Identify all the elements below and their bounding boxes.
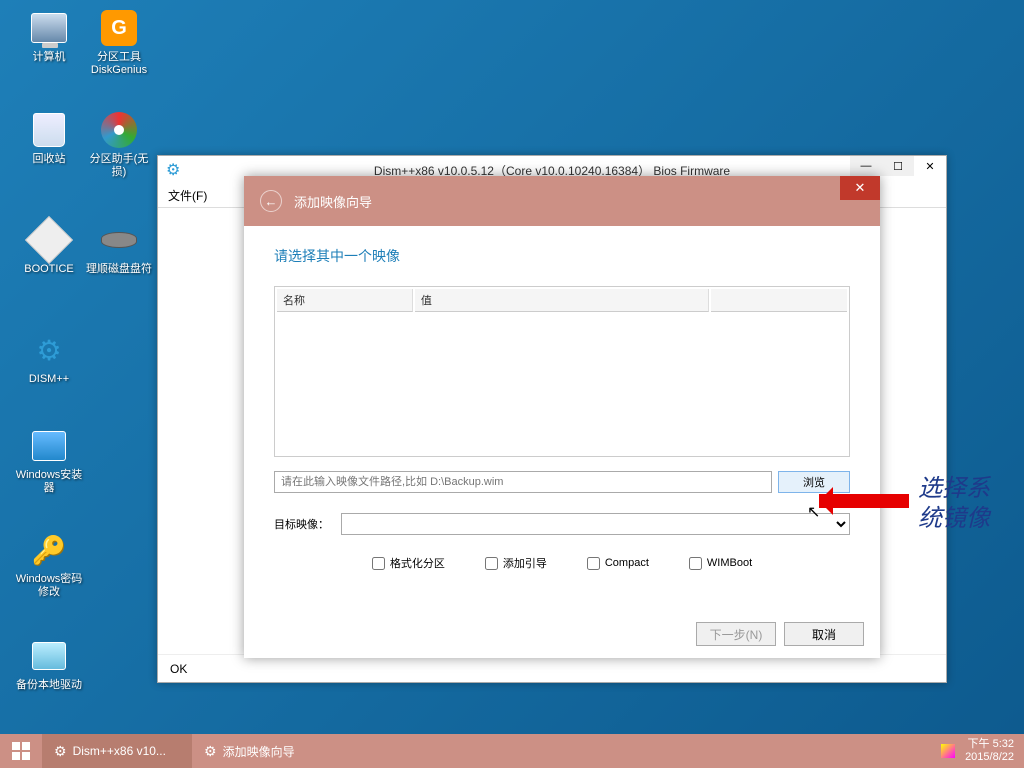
table-body-empty [277, 314, 847, 454]
drive-icon [32, 642, 66, 670]
tray-icon[interactable] [941, 744, 955, 758]
taskbar-item-dism[interactable]: ⚙ Dism++x86 v10... [42, 734, 192, 768]
system-tray[interactable]: 下午 5:32 2015/8/22 [931, 734, 1024, 768]
desktop-icon-diskgenius[interactable]: G 分区工具 DiskGenius [84, 8, 154, 77]
start-button[interactable] [0, 734, 42, 768]
gear-icon: ⚙ [204, 743, 217, 760]
app-gear-icon: ⚙ [166, 160, 180, 180]
minimize-button[interactable]: — [850, 156, 882, 176]
desktop-icon-dism[interactable]: ⚙ DISM++ [14, 330, 84, 386]
back-button[interactable]: ← [260, 190, 282, 212]
icon-label: 回收站 [14, 153, 84, 166]
checkbox-wimboot[interactable]: WIMBoot [689, 555, 752, 571]
checkbox-wimboot-input[interactable] [689, 557, 702, 570]
taskbar-item-label: Dism++x86 v10... [73, 744, 166, 758]
bootice-icon [25, 216, 73, 264]
desktop-icon-bootice[interactable]: BOOTICE [14, 220, 84, 276]
close-button[interactable]: ✕ [914, 156, 946, 176]
computer-icon [31, 13, 67, 43]
desktop-icon-recycle[interactable]: 回收站 [14, 110, 84, 166]
icon-label: DISM++ [14, 373, 84, 386]
col-value[interactable]: 值 [415, 289, 709, 312]
checkbox-addboot[interactable]: 添加引导 [485, 555, 547, 571]
menu-file[interactable]: 文件(F) [168, 187, 207, 204]
icon-label: 分区助手(无损) [84, 153, 154, 179]
desktop-icon-partassist[interactable]: 分区助手(无损) [84, 110, 154, 179]
checkbox-format-input[interactable] [372, 557, 385, 570]
annotation-text: 选择系 统镜像 [918, 474, 990, 534]
col-name[interactable]: 名称 [277, 289, 413, 312]
taskbar-item-label: 添加映像向导 [223, 743, 295, 760]
gear-icon: ⚙ [29, 330, 69, 370]
target-select[interactable] [341, 513, 850, 535]
desktop-icon-diskorder[interactable]: 理顺磁盘盘符 [84, 220, 154, 276]
diskgenius-icon: G [101, 10, 137, 46]
desktop-icon-winpwd[interactable]: 🔑 Windows密码修改 [14, 530, 84, 599]
gear-icon: ⚙ [54, 743, 67, 760]
image-path-input[interactable] [274, 471, 772, 493]
cd-icon [101, 112, 137, 148]
checkbox-addboot-input[interactable] [485, 557, 498, 570]
windows-icon [12, 742, 30, 760]
icon-label: Windows密码修改 [14, 573, 84, 599]
tray-clock[interactable]: 下午 5:32 2015/8/22 [965, 738, 1014, 764]
section-title: 请选择其中一个映像 [274, 246, 850, 266]
desktop-icon-computer[interactable]: 计算机 [14, 8, 84, 64]
col-blank [711, 289, 847, 312]
checkbox-compact[interactable]: Compact [587, 555, 649, 571]
icon-label: Windows安装器 [14, 469, 84, 495]
icon-label: 备份本地驱动 [14, 679, 84, 692]
dialog-close-button[interactable]: ✕ [840, 176, 880, 200]
icon-label: 理顺磁盘盘符 [84, 263, 154, 276]
desktop-icon-wininstaller[interactable]: Windows安装器 [14, 426, 84, 495]
icon-label: 计算机 [14, 51, 84, 64]
annotation-arrow [819, 494, 909, 508]
image-table[interactable]: 名称 值 [274, 286, 850, 457]
taskbar: ⚙ Dism++x86 v10... ⚙ 添加映像向导 下午 5:32 2015/8… [0, 734, 1024, 768]
maximize-button[interactable]: ☐ [882, 156, 914, 176]
key-icon: 🔑 [29, 530, 69, 570]
desktop-icon-backupdrv[interactable]: 备份本地驱动 [14, 636, 84, 692]
statusbar: OK [158, 654, 946, 682]
icon-label: 分区工具 DiskGenius [84, 51, 154, 77]
icon-label: BOOTICE [14, 263, 84, 276]
cancel-button[interactable]: 取消 [784, 622, 864, 646]
checkbox-compact-input[interactable] [587, 557, 600, 570]
taskbar-item-wizard[interactable]: ⚙ 添加映像向导 [192, 734, 342, 768]
dialog-titlebar[interactable]: ← 添加映像向导 ✕ [244, 176, 880, 226]
target-label: 目标映像： [274, 516, 329, 532]
dialog-title: 添加映像向导 [294, 192, 372, 211]
add-image-wizard-dialog: ← 添加映像向导 ✕ 请选择其中一个映像 名称 值 浏览 目标映像： 格式化分区… [244, 176, 880, 658]
installer-icon [32, 431, 66, 461]
next-button[interactable]: 下一步(N) [696, 622, 776, 646]
recycle-icon [33, 113, 65, 147]
checkbox-format[interactable]: 格式化分区 [372, 555, 445, 571]
disk-icon [101, 232, 137, 248]
status-text: OK [170, 662, 187, 676]
